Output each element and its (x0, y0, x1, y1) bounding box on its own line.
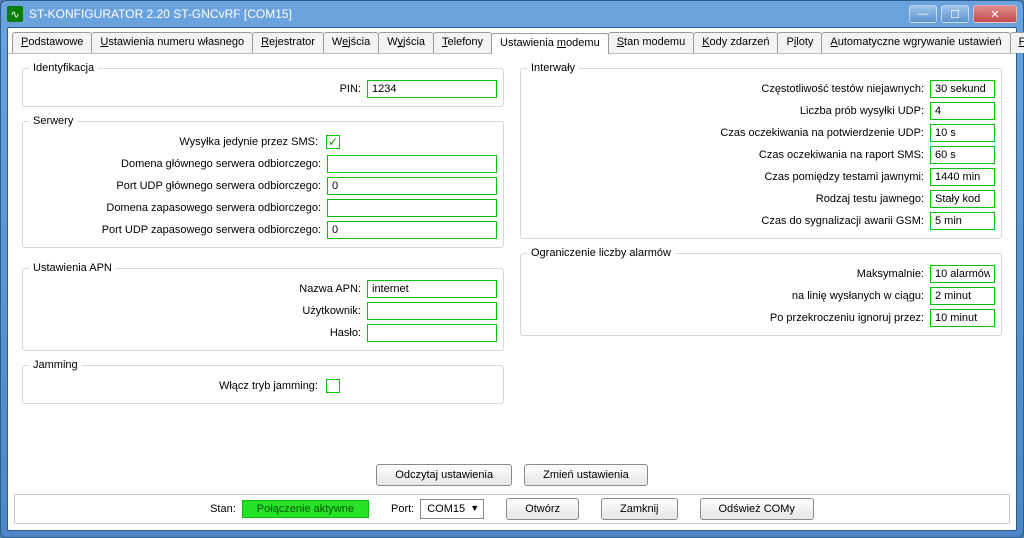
domena-zap-label: Domena zapasowego serwera odbiorczego: (29, 202, 327, 214)
write-settings-button[interactable]: Zmień ustawienia (524, 464, 648, 486)
refresh-coms-button[interactable]: Odśwież COMy (700, 498, 814, 520)
right-column: Interwały Częstotliwość testów niejawnyc… (512, 58, 1010, 490)
open-port-button[interactable]: Otwórz (506, 498, 579, 520)
tab-ustawienia-modemu[interactable]: Ustawienia modemu (491, 33, 609, 54)
group-jamming: Jamming Włącz tryb jamming: (22, 359, 504, 404)
tab-stan-modemu[interactable]: Stan modemu (608, 32, 695, 53)
window-controls: — ☐ ✕ (909, 5, 1017, 23)
left-column: Identyfikacja PIN: Serwery Wysyłka jedyn… (14, 58, 512, 490)
sms-only-label: Wysyłka jedynie przez SMS: (29, 136, 324, 148)
int-r5-label: Czas pomiędzy testami jawnymi: (527, 171, 930, 183)
titlebar: ∿ ST-KONFIGURATOR 2.20 ST-GNCvRF [COM15]… (1, 1, 1023, 27)
int-r4-label: Czas oczekiwania na raport SMS: (527, 149, 930, 161)
port-label: Port: (391, 503, 414, 515)
jamming-enable-label: Włącz tryb jamming: (29, 380, 324, 392)
domena-glowny-input[interactable] (327, 155, 497, 173)
jamming-enable-checkbox[interactable] (326, 379, 340, 393)
domena-glowny-label: Domena głównego serwera odbiorczego: (29, 158, 327, 170)
int-r5-input[interactable] (930, 168, 995, 186)
sms-only-checkbox[interactable] (326, 135, 340, 149)
window-title: ST-KONFIGURATOR 2.20 ST-GNCvRF [COM15] (29, 7, 909, 21)
port-glowny-label: Port UDP głównego serwera odbiorczego: (29, 180, 327, 192)
tab-strip: Podstawowe Ustawienia numeru własnego Re… (8, 28, 1016, 54)
int-r1-label: Częstotliwość testów niejawnych: (527, 83, 930, 95)
lim-r1-input[interactable] (930, 265, 995, 283)
tab-wejscia[interactable]: Wejścia (323, 32, 379, 53)
int-r4-input[interactable] (930, 146, 995, 164)
int-r3-input[interactable] (930, 124, 995, 142)
port-glowny-input[interactable] (327, 177, 497, 195)
tab-kody-zdarzen[interactable]: Kody zdarzeń (693, 32, 778, 53)
int-r6-input[interactable] (930, 190, 995, 208)
minimize-button[interactable]: — (909, 5, 937, 23)
port-zap-label: Port UDP zapasowego serwera odbiorczego: (29, 224, 327, 236)
stan-label: Stan: (210, 503, 236, 515)
apn-pass-input[interactable] (367, 324, 497, 342)
group-serwery: Serwery Wysyłka jedynie przez SMS: Domen… (22, 115, 504, 248)
port-zap-input[interactable] (327, 221, 497, 239)
group-identyfikacja: Identyfikacja PIN: (22, 62, 504, 107)
tab-telefony[interactable]: Telefony (433, 32, 492, 53)
apn-pass-label: Hasło: (29, 327, 367, 339)
tab-rejestrator[interactable]: Rejestrator (252, 32, 324, 53)
group-interwaly: Interwały Częstotliwość testów niejawnyc… (520, 62, 1002, 239)
group-serwery-title: Serwery (29, 115, 77, 127)
action-buttons: Odczytaj ustawienia Zmień ustawienia (14, 464, 1010, 486)
int-r1-input[interactable] (930, 80, 995, 98)
lim-r3-input[interactable] (930, 309, 995, 327)
apn-user-input[interactable] (367, 302, 497, 320)
app-icon: ∿ (7, 6, 23, 22)
lim-r2-input[interactable] (930, 287, 995, 305)
read-settings-button[interactable]: Odczytaj ustawienia (376, 464, 512, 486)
apn-user-label: Użytkownik: (29, 305, 367, 317)
int-r2-label: Liczba prób wysyłki UDP: (527, 105, 930, 117)
tab-wyjscia[interactable]: Wyjścia (378, 32, 434, 53)
group-jamming-title: Jamming (29, 359, 82, 371)
group-apn: Ustawienia APN Nazwa APN: Użytkownik: Ha… (22, 262, 504, 351)
lim-r2-label: na linię wysłanych w ciągu: (527, 290, 930, 302)
tab-firmware[interactable]: Firmware (1010, 32, 1024, 53)
maximize-button[interactable]: ☐ (941, 5, 969, 23)
domena-zap-input[interactable] (327, 199, 497, 217)
close-port-button[interactable]: Zamknij (601, 498, 678, 520)
int-r6-label: Rodzaj testu jawnego: (527, 193, 930, 205)
group-identyfikacja-title: Identyfikacja (29, 62, 98, 74)
port-combo[interactable]: COM15 (420, 499, 484, 519)
lim-r3-label: Po przekroczeniu ignoruj przez: (527, 312, 930, 324)
pin-input[interactable] (367, 80, 497, 98)
int-r7-label: Czas do sygnalizacji awarii GSM: (527, 215, 930, 227)
lim-r1-label: Maksymalnie: (527, 268, 930, 280)
tab-piloty[interactable]: Piloty (777, 32, 822, 53)
apn-nazwa-label: Nazwa APN: (29, 283, 367, 295)
int-r7-input[interactable] (930, 212, 995, 230)
group-interwaly-title: Interwały (527, 62, 579, 74)
connection-status: Połączenie aktywne (242, 500, 369, 518)
group-limity: Ograniczenie liczby alarmów Maksymalnie:… (520, 247, 1002, 336)
app-window: ∿ ST-KONFIGURATOR 2.20 ST-GNCvRF [COM15]… (0, 0, 1024, 538)
group-apn-title: Ustawienia APN (29, 262, 116, 274)
tab-podstawowe[interactable]: Podstawowe (12, 32, 92, 53)
close-button[interactable]: ✕ (973, 5, 1017, 23)
tab-content: Identyfikacja PIN: Serwery Wysyłka jedyn… (14, 58, 1010, 490)
client-area: Podstawowe Ustawienia numeru własnego Re… (7, 27, 1017, 531)
tab-ustawienia-numeru[interactable]: Ustawienia numeru własnego (91, 32, 253, 53)
port-combo-value: COM15 (427, 503, 465, 515)
tab-auto-wgrywanie[interactable]: Automatyczne wgrywanie ustawień (821, 32, 1010, 53)
int-r3-label: Czas oczekiwania na potwierdzenie UDP: (527, 127, 930, 139)
pin-label: PIN: (29, 83, 367, 95)
int-r2-input[interactable] (930, 102, 995, 120)
apn-nazwa-input[interactable] (367, 280, 497, 298)
status-bar: Stan: Połączenie aktywne Port: COM15 Otw… (14, 494, 1010, 524)
group-limity-title: Ograniczenie liczby alarmów (527, 247, 675, 259)
